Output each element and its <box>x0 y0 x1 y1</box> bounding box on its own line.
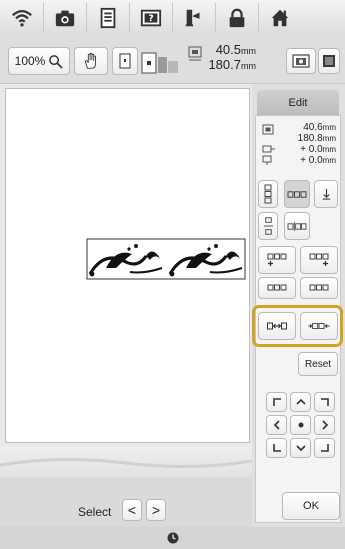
scan-camera-button[interactable] <box>286 48 316 74</box>
background-image-icon <box>323 55 335 67</box>
chevron-down-icon <box>295 445 306 452</box>
size-width-unit: mm <box>241 46 256 56</box>
thread-spool-icon[interactable] <box>172 3 215 33</box>
pan-button[interactable] <box>74 47 108 75</box>
spacing-increase-icon <box>308 323 330 329</box>
corner-up-right-icon <box>320 398 329 406</box>
lock-icon[interactable] <box>215 3 258 33</box>
pattern-info-readout: 40.6mm 180.8mm + 0.0mm + 0.0mm <box>278 122 336 166</box>
horizontal-repeat-icon <box>287 190 307 198</box>
spacing-increase-button[interactable] <box>300 312 338 340</box>
clock-icon <box>167 532 178 544</box>
chevron-up-icon <box>295 398 306 405</box>
select-label: Select <box>78 505 112 519</box>
vertical-repeat-icon <box>264 184 272 204</box>
remove-left-icon <box>267 284 287 291</box>
pattern-size-readout: 40.5mm 180.7mm <box>206 43 256 73</box>
select-next-button[interactable]: > <box>146 499 166 521</box>
move-down-right-button[interactable] <box>314 438 335 458</box>
size-width: 40.5 <box>215 42 241 57</box>
size-info-icons <box>262 124 275 165</box>
footer-bar <box>0 527 345 549</box>
tab-edit[interactable]: Edit <box>257 90 339 115</box>
spacing-decrease-button[interactable] <box>258 312 296 340</box>
camera-icon[interactable] <box>43 3 86 33</box>
wave-decoration <box>0 457 253 469</box>
info-height: 180.8 <box>297 133 323 144</box>
move-up-left-button[interactable] <box>266 392 287 412</box>
move-right-button[interactable] <box>314 415 335 435</box>
select-previous-button[interactable]: < <box>122 499 142 521</box>
corner-up-left-icon <box>272 398 281 406</box>
zoom-label: 100% <box>14 54 46 68</box>
svg-text:?: ? <box>148 13 153 24</box>
add-left-icon <box>267 253 287 266</box>
pattern-thumbnails-icon[interactable] <box>140 49 180 75</box>
chevron-right-icon <box>321 420 328 430</box>
move-left-button[interactable] <box>266 415 287 435</box>
remove-right-button[interactable] <box>300 277 338 299</box>
move-down-button[interactable] <box>290 438 311 458</box>
ok-button[interactable]: OK <box>282 492 340 520</box>
top-icon-bar: ? <box>0 0 345 36</box>
add-left-button[interactable] <box>258 246 296 274</box>
remove-right-icon <box>309 284 329 291</box>
home-icon[interactable] <box>258 3 301 33</box>
move-down-left-button[interactable] <box>266 438 287 458</box>
horizontal-spacing-icon <box>287 221 307 231</box>
info-offset-y: + 0.0 <box>300 155 323 166</box>
flourish-motif-right <box>168 244 243 277</box>
help-icon[interactable]: ? <box>129 3 172 33</box>
vertical-repeat-button[interactable] <box>258 180 278 208</box>
magnifier-icon <box>49 54 64 69</box>
flourish-motif-left <box>88 244 163 277</box>
add-right-icon <box>309 253 329 266</box>
camera-view-icon <box>292 54 310 68</box>
display-mode-button[interactable] <box>112 47 138 75</box>
thread-cut-button[interactable] <box>314 180 338 208</box>
corner-down-right-icon <box>320 444 329 452</box>
add-right-button[interactable] <box>300 246 338 274</box>
chevron-left-icon <box>273 420 280 430</box>
border-pattern-preview[interactable] <box>86 238 246 280</box>
display-mode-icon <box>119 53 131 69</box>
info-offset-y-unit: mm <box>322 156 336 165</box>
vertical-spacing-icon <box>263 217 273 235</box>
horizontal-spacing-button[interactable] <box>284 212 310 240</box>
info-offset-x-unit: mm <box>322 145 336 154</box>
hand-icon <box>85 52 96 69</box>
pattern-size-icon <box>188 46 202 61</box>
info-height-unit: mm <box>322 134 336 143</box>
info-width: 40.6 <box>303 122 323 133</box>
thread-cut-icon <box>322 188 330 200</box>
wifi-icon[interactable] <box>0 3 43 33</box>
document-icon[interactable] <box>86 3 129 33</box>
center-dot-icon <box>298 422 303 428</box>
spacing-decrease-icon <box>267 322 287 330</box>
info-width-unit: mm <box>322 123 336 132</box>
remove-left-button[interactable] <box>258 277 296 299</box>
size-height: 180.7 <box>208 57 241 72</box>
move-up-right-button[interactable] <box>314 392 335 412</box>
size-height-unit: mm <box>241 61 256 71</box>
zoom-button[interactable]: 100% <box>8 47 70 75</box>
move-up-button[interactable] <box>290 392 311 412</box>
reset-button[interactable]: Reset <box>298 352 338 376</box>
center-button[interactable] <box>290 415 311 435</box>
background-image-button[interactable] <box>318 48 340 74</box>
vertical-spacing-button[interactable] <box>258 212 278 240</box>
horizontal-repeat-button[interactable] <box>284 180 310 208</box>
canvas-bottom-strip <box>0 447 253 477</box>
info-offset-x: + 0.0 <box>300 144 323 155</box>
corner-down-left-icon <box>272 444 281 452</box>
